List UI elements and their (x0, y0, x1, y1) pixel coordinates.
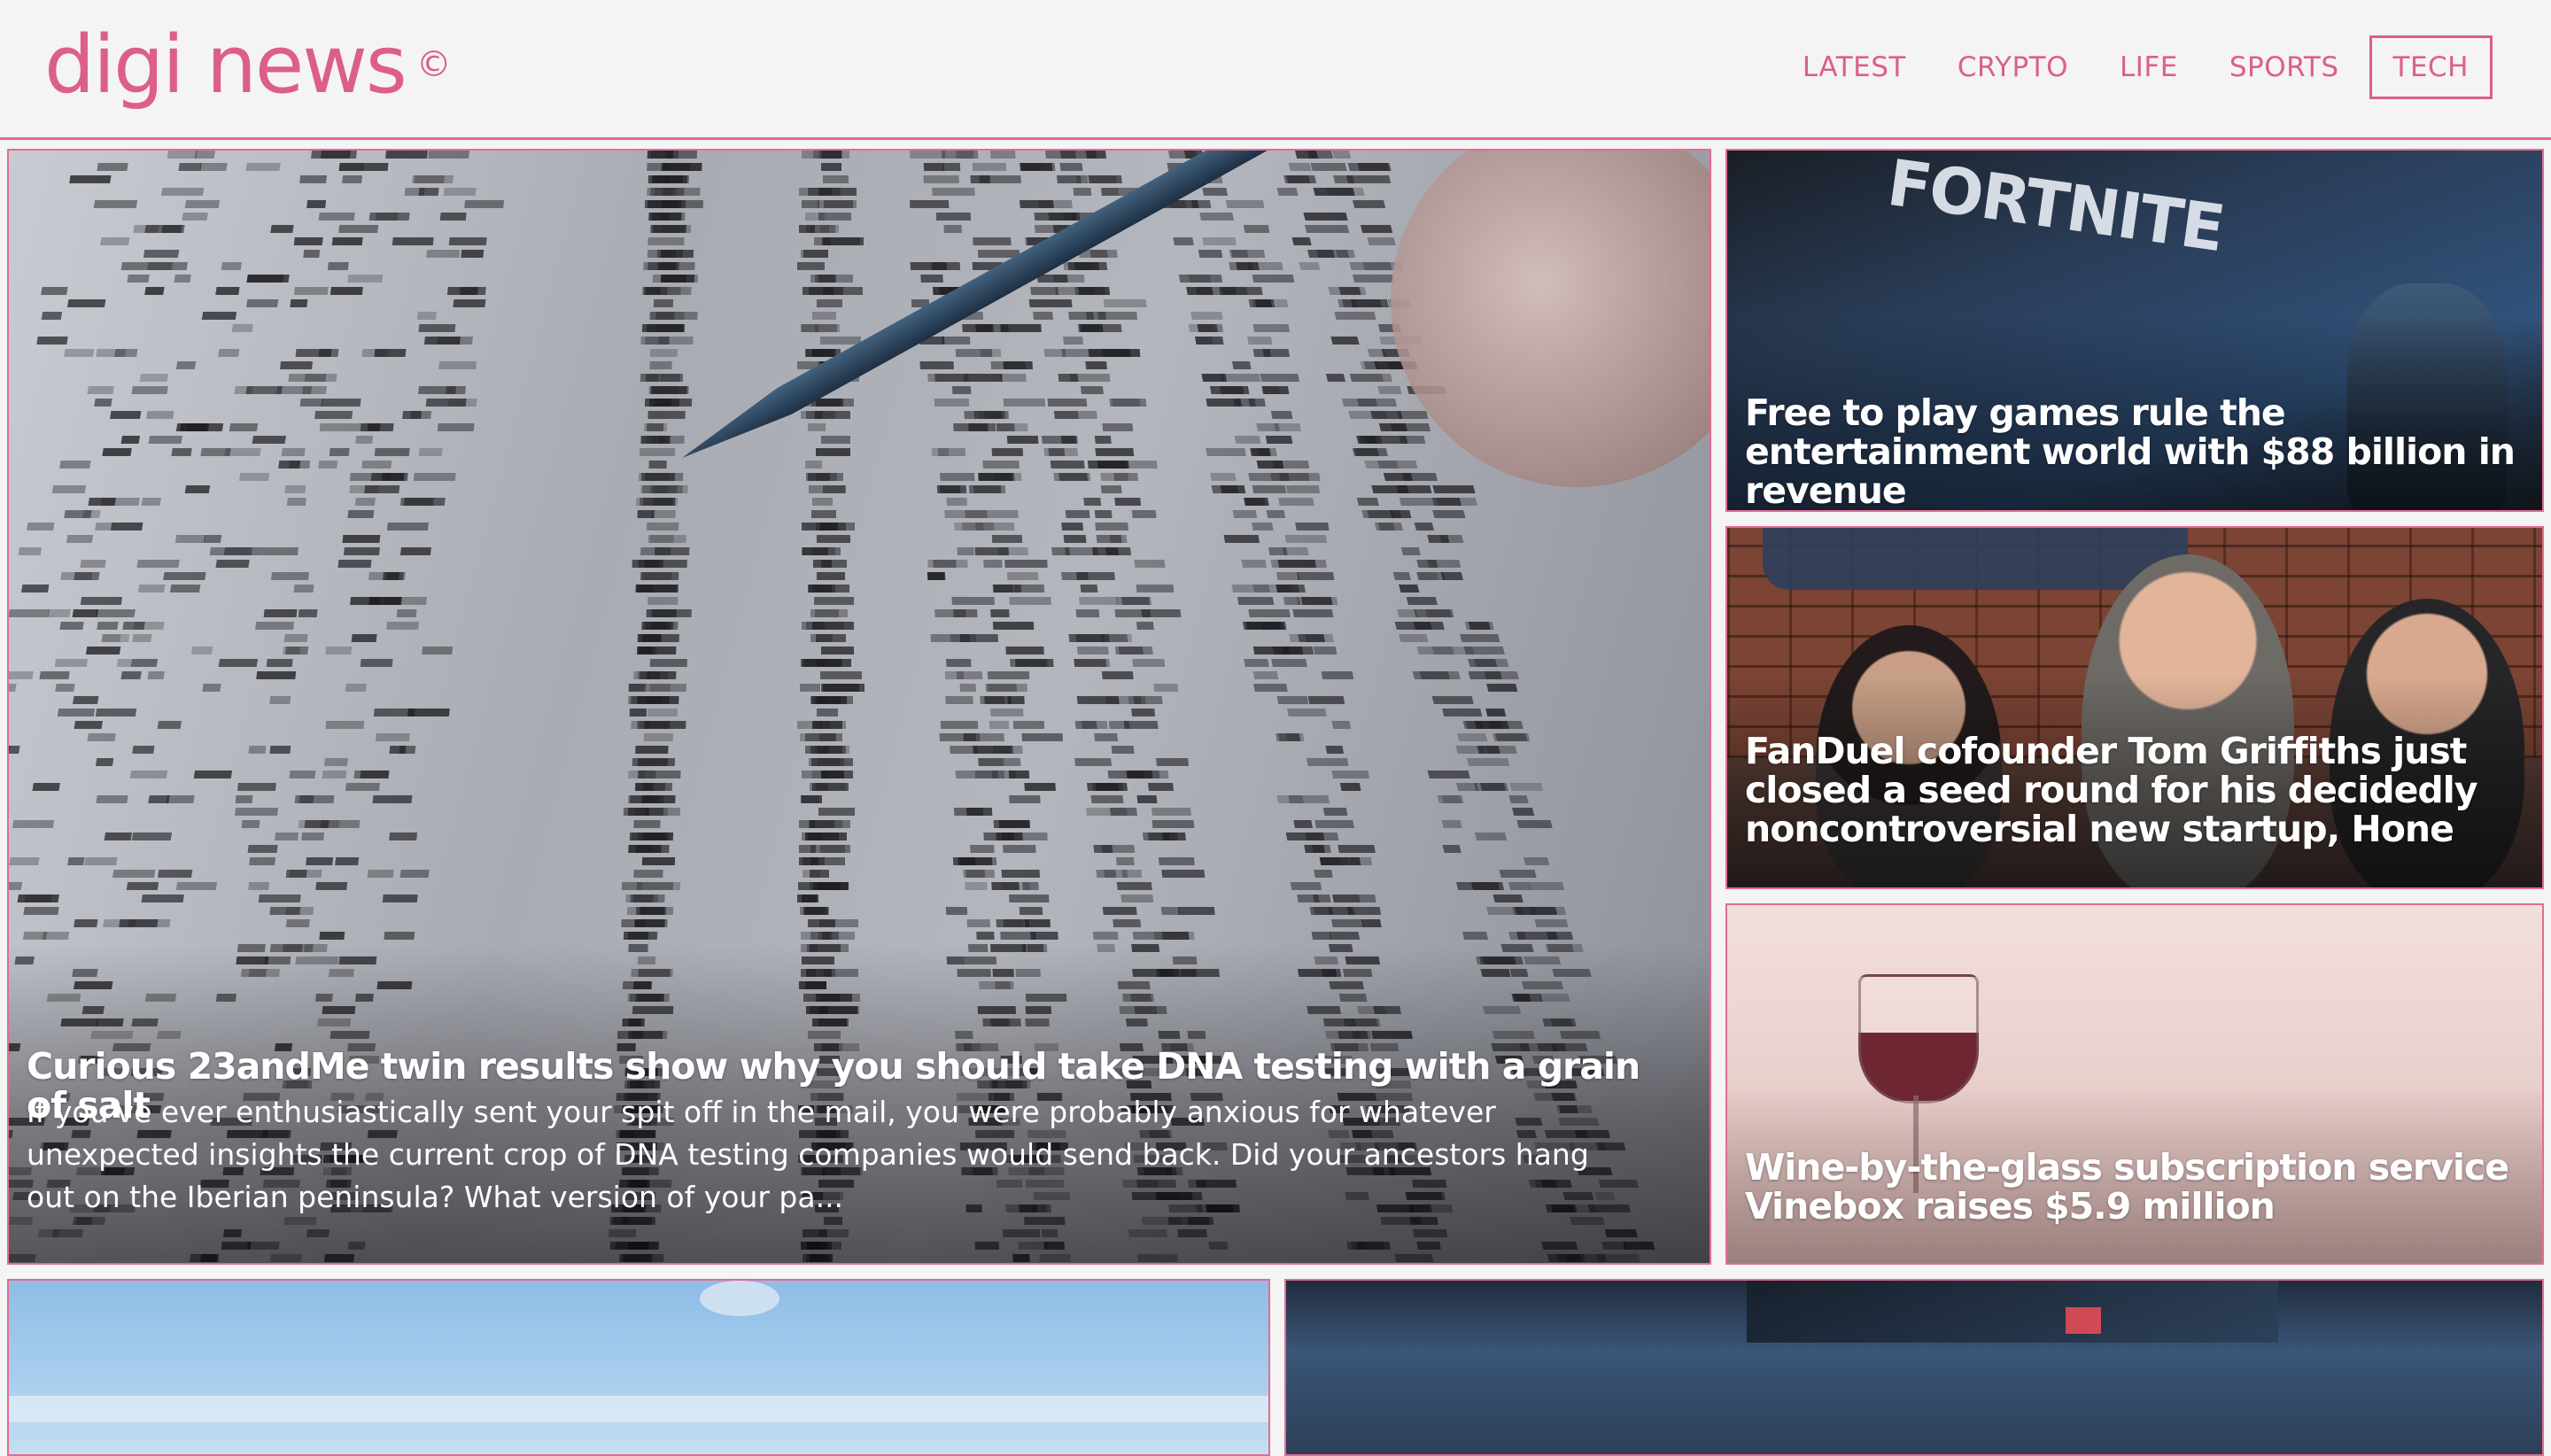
nav-latest[interactable]: LATEST (1803, 35, 1906, 99)
article-card-partial[interactable] (1284, 1279, 2544, 1456)
copyright-icon: © (415, 44, 452, 86)
nav-life[interactable]: LIFE (2120, 35, 2178, 99)
side-article-title[interactable]: Wine-by-the-glass subscription service V… (1745, 1148, 2516, 1226)
wine-glass-image (1858, 974, 1979, 1104)
nav-tech[interactable]: TECH (2369, 35, 2493, 99)
cloud-image (9, 1396, 1268, 1422)
hone-sign-image (1763, 528, 2188, 590)
car-dashboard-image (1747, 1281, 2278, 1343)
article-card-partial[interactable] (7, 1279, 1270, 1456)
side-article-title[interactable]: Free to play games rule the entertainmen… (1745, 393, 2516, 510)
site-header: digi news © LATEST CRYPTO LIFE SPORTS TEC… (0, 0, 2551, 140)
side-article-card[interactable]: FanDuel cofounder Tom Griffiths just clo… (1725, 526, 2544, 889)
side-article-card[interactable]: FORTNITE Free to play games rule the ent… (1725, 149, 2544, 512)
logo-text: digi news (44, 19, 407, 112)
main-nav: LATEST CRYPTO LIFE SPORTS TECH (1751, 35, 2493, 99)
nav-sports[interactable]: SPORTS (2229, 35, 2339, 99)
site-logo[interactable]: digi news © (44, 12, 452, 123)
side-article-title[interactable]: FanDuel cofounder Tom Griffiths just clo… (1745, 732, 2516, 848)
hazard-button-image (2066, 1307, 2101, 1334)
featured-article-card[interactable]: Curious 23andMe twin results show why yo… (7, 149, 1711, 1265)
cloud-image (700, 1281, 779, 1316)
fortnite-screen-image: FORTNITE (1883, 149, 2229, 267)
featured-excerpt: If you've ever enthusiastically sent you… (27, 1095, 1589, 1214)
nav-crypto[interactable]: CRYPTO (1958, 35, 2068, 99)
side-article-card[interactable]: Wine-by-the-glass subscription service V… (1725, 903, 2544, 1265)
